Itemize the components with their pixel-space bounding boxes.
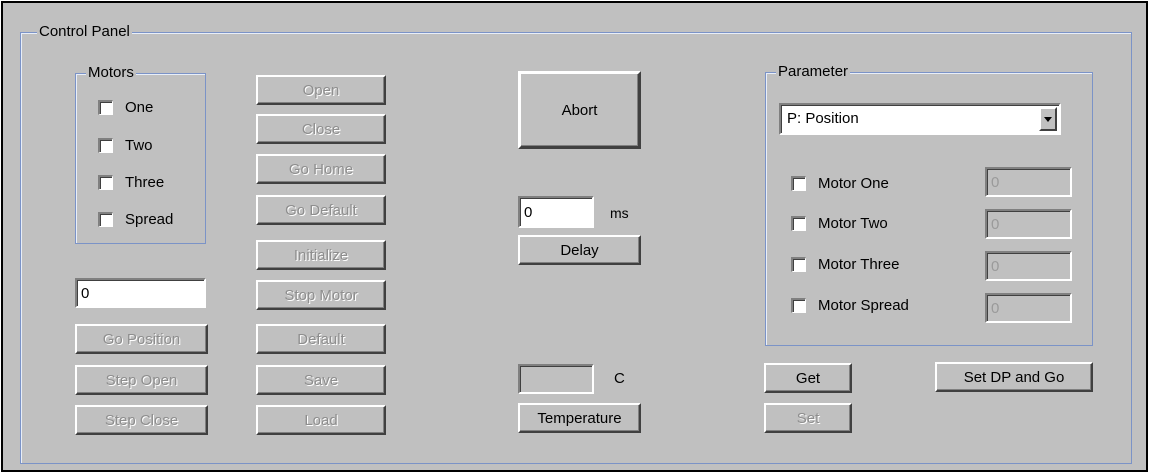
checkbox-box[interactable] [98,211,113,227]
param-motor-three-checkbox[interactable]: Motor Three [791,253,899,275]
motor-spread-checkbox[interactable]: Spread [98,208,173,230]
motor-two-checkbox[interactable]: Two [98,134,153,156]
checkbox-box[interactable] [791,297,806,313]
position-input[interactable] [75,278,206,308]
param-motor-one-value[interactable] [985,167,1072,197]
checkbox-label: Three [125,173,165,191]
checkbox-label: Motor Spread [818,296,909,314]
temperature-field[interactable] [518,364,594,394]
motor-one-checkbox[interactable]: One [98,96,153,118]
parameter-title: Parameter [776,63,851,81]
parameter-selected-value: P: Position [787,110,859,127]
checkbox-label: One [125,98,154,116]
checkbox-label: Motor Two [818,214,888,232]
checkbox-box[interactable] [791,256,806,272]
default-button[interactable]: Default [256,324,386,354]
open-button[interactable]: Open [256,75,386,105]
motor-three-checkbox[interactable]: Three [98,171,164,193]
temperature-unit-label: C [614,370,625,387]
delay-input[interactable] [518,196,594,228]
checkbox-label: Two [125,136,153,154]
param-motor-one-checkbox[interactable]: Motor One [791,172,889,194]
checkbox-box[interactable] [791,215,806,231]
param-motor-spread-value[interactable] [985,293,1072,323]
checkbox-box[interactable] [98,99,113,115]
load-button[interactable]: Load [256,405,386,435]
close-button[interactable]: Close [256,114,386,144]
checkbox-label: Motor Three [818,255,900,273]
control-panel-title: Control Panel [37,23,132,41]
go-position-button[interactable]: Go Position [75,324,208,354]
step-open-button[interactable]: Step Open [75,365,208,395]
param-motor-two-checkbox[interactable]: Motor Two [791,212,888,234]
checkbox-box[interactable] [98,174,113,190]
set-button[interactable]: Set [764,403,852,433]
checkbox-label: Spread [125,210,174,228]
abort-button[interactable]: Abort [518,71,641,149]
temperature-button[interactable]: Temperature [518,403,641,433]
dialog-window: Control Panel Motors One Two Three Sprea… [1,1,1148,472]
delay-button[interactable]: Delay [518,235,641,265]
param-motor-two-value[interactable] [985,209,1072,239]
delay-unit-label: ms [610,205,629,221]
param-motor-three-value[interactable] [985,251,1072,281]
save-button[interactable]: Save [256,365,386,395]
motors-title: Motors [86,64,136,82]
parameter-select[interactable]: P: Position [779,103,1061,135]
checkbox-box[interactable] [98,137,113,153]
checkbox-label: Motor One [818,174,889,192]
get-button[interactable]: Get [764,363,852,393]
go-default-button[interactable]: Go Default [256,195,386,225]
chevron-down-icon[interactable] [1039,107,1057,131]
set-dp-and-go-button[interactable]: Set DP and Go [935,362,1093,392]
initialize-button[interactable]: Initialize [256,240,386,270]
go-home-button[interactable]: Go Home [256,154,386,184]
checkbox-box[interactable] [791,175,806,191]
param-motor-spread-checkbox[interactable]: Motor Spread [791,294,909,316]
step-close-button[interactable]: Step Close [75,405,208,435]
stop-motor-button[interactable]: Stop Motor [256,280,386,310]
